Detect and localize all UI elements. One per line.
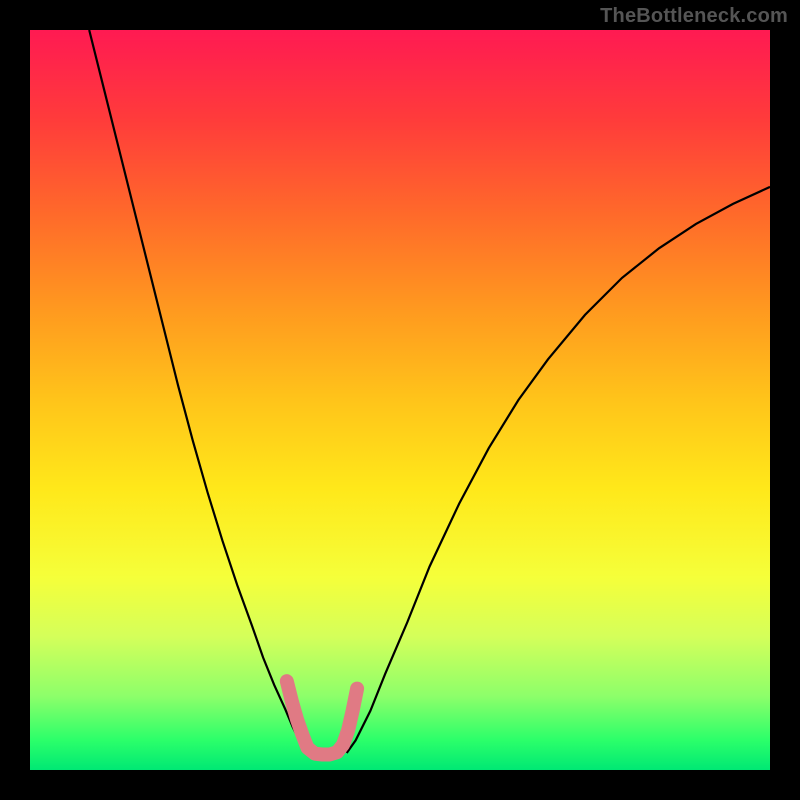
curve-left <box>89 30 305 753</box>
chart-svg <box>30 30 770 770</box>
chart-frame: TheBottleneck.com <box>0 0 800 800</box>
valley-highlight <box>287 681 357 754</box>
plot-area <box>30 30 770 770</box>
curve-right <box>347 187 770 753</box>
watermark-text: TheBottleneck.com <box>600 6 788 26</box>
